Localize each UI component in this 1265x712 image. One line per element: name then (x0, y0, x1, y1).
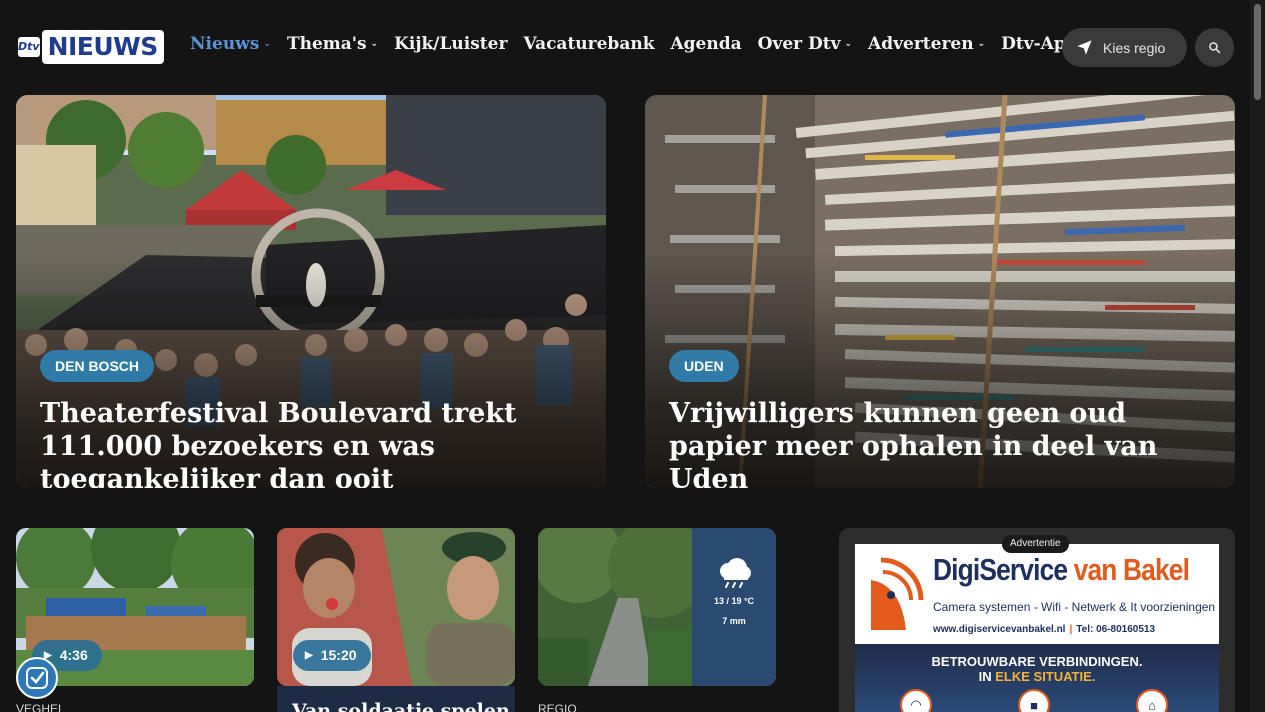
menu-item-over-dtv[interactable]: Over Dtv ⌄ (758, 34, 852, 54)
card-region-label[interactable]: VEGHEL (16, 702, 65, 712)
advertentie-label: Advertentie (1002, 535, 1069, 553)
weather-panel: 13 / 19 °C 7 mm (692, 528, 776, 686)
location-arrow-icon (1077, 40, 1092, 55)
duration-text: 15:20 (320, 647, 357, 663)
play-icon: ▶ (305, 650, 313, 661)
menu-item-agenda[interactable]: Agenda (670, 34, 741, 54)
kies-regio-button[interactable]: Kies regio (1062, 28, 1187, 67)
region-tag-den-bosch[interactable]: Den Bosch (40, 350, 155, 382)
menu-item-themas[interactable]: Thema's ⌄ (287, 34, 378, 54)
logo-dtv-mark: Dtv (18, 37, 40, 57)
main-menu: Nieuws ⌄ Thema's ⌄ Kijk/Luister Vacature… (190, 34, 1094, 54)
logo-nieuws-text: NIEUWS (41, 30, 164, 64)
ad-contact: www.digiservicevanbakel.nl | Tel: 06-80160… (933, 624, 1156, 635)
top-navigation: Dtv NIEUWS Nieuws ⌄ Thema's ⌄ Kijk/Luist… (0, 0, 1250, 94)
weather-precipitation: 7 mm (722, 616, 746, 626)
dtv-nieuws-logo[interactable]: Dtv NIEUWS (18, 30, 164, 64)
hero-title[interactable]: Vrijwilligers kunnen geen oud papier mee… (669, 397, 1224, 488)
card-region-label[interactable]: REGIO (538, 702, 577, 712)
ad-slogan-line-1: BETROUWBARE VERBINDINGEN. (931, 654, 1143, 669)
duration-text: 4:36 (59, 647, 88, 663)
menu-item-label: Thema's (286, 34, 367, 54)
card-title: Van soldaatje spelen (292, 700, 510, 712)
rain-cloud-icon (720, 558, 751, 588)
weather-card[interactable]: 13 / 19 °C 7 mm (538, 528, 776, 686)
menu-item-label: Over Dtv (757, 34, 841, 54)
accessibility-button[interactable] (16, 657, 58, 699)
weather-temperature: 13 / 19 °C (713, 596, 755, 606)
accessibility-icon (26, 667, 48, 689)
chevron-down-icon: ⌄ (263, 39, 271, 49)
kies-regio-label: Kies regio (1103, 39, 1166, 56)
ad-brand-name: DigiService van Bakel (933, 552, 1190, 587)
menu-item-vacaturebank[interactable]: Vacaturebank (523, 34, 654, 54)
search-button[interactable] (1195, 28, 1234, 67)
region-tag-uden[interactable]: Uden (669, 350, 739, 382)
hero-article-theaterfestival[interactable]: Den Bosch Theaterfestival Boulevard trek… (16, 95, 606, 488)
menu-item-adverteren[interactable]: Adverteren ⌄ (868, 34, 985, 54)
card-title-box[interactable]: Van soldaatje spelen (277, 686, 515, 712)
satellite-dish-icon (871, 557, 924, 630)
ad-subtitle: Camera systemen - Wifi - Netwerk & It vo… (933, 600, 1216, 614)
scrollbar-thumb[interactable] (1254, 4, 1261, 100)
menu-item-kijk-luister[interactable]: Kijk/Luister (394, 34, 507, 54)
video-card-soldaatje[interactable]: ▶ 15:20 (277, 528, 515, 686)
menu-item-nieuws[interactable]: Nieuws ⌄ (190, 34, 271, 54)
hero-article-oud-papier[interactable]: Uden Vrijwilligers kunnen geen oud papie… (645, 95, 1235, 488)
chevron-down-icon: ⌄ (844, 39, 853, 49)
chevron-down-icon: ⌄ (370, 39, 379, 49)
ad-slogan-line-2: IN ELKE SITUATIE. (978, 669, 1096, 684)
ad-banner-digiservice[interactable]: DigiService van Bakel Camera systemen - … (855, 544, 1219, 712)
advertisement-block: DigiService van Bakel Camera systemen - … (839, 528, 1235, 712)
search-icon (1209, 42, 1221, 54)
chevron-down-icon: ⌄ (977, 39, 986, 49)
menu-item-label: Adverteren (868, 34, 974, 54)
hero-title[interactable]: Theaterfestival Boulevard trekt 111.000 … (40, 397, 595, 488)
menu-item-label: Nieuws (190, 34, 260, 54)
video-duration-badge: ▶ 15:20 (293, 640, 371, 671)
page-scrollbar[interactable] (1250, 0, 1265, 712)
